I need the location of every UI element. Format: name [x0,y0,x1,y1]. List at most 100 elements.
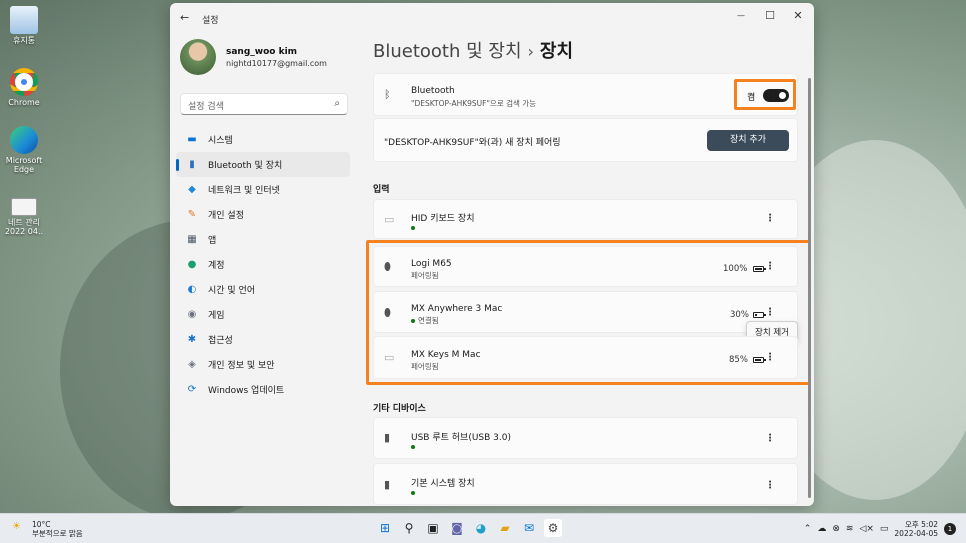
desktop-icon-chrome[interactable]: Chrome [4,68,44,107]
sidebar-item-label: 개인 설정 [208,211,244,221]
teams-chat-icon[interactable]: ◙ [448,519,466,537]
file-explorer-icon[interactable]: ▰ [496,519,514,537]
device-row[interactable]: ▭ HID 키보드 장치 ⋮ [373,199,798,239]
desktop-icon-file[interactable]: 네트 관리 2022 04.. [4,198,44,236]
edge-icon[interactable]: ◕ [472,519,490,537]
sidebar-item-network[interactable]: ◆ 네트워크 및 인터넷 [176,177,350,202]
sidebar-item-gaming[interactable]: ◉ 게임 [176,302,350,327]
search-input[interactable]: 설정 검색 ⌕ [180,93,348,115]
sidebar-item-label: 시스템 [208,136,233,146]
more-options-icon[interactable]: ⋮ [765,480,775,491]
sidebar-item-label: 계정 [208,261,225,271]
page-title: 장치 [539,41,574,62]
user-name: sang_woo kim [226,47,298,57]
personalization-icon: ✎ [187,209,197,220]
notification-badge[interactable]: 1 [944,523,956,535]
desktop-icon-label: Microsoft Edge [5,156,43,174]
desktop-icon-edge[interactable]: Microsoft Edge [4,126,44,174]
close-button[interactable]: ✕ [783,7,813,25]
clock-date: 2022-04-05 [894,529,938,538]
connected-dot [411,226,415,230]
sidebar-item-label: 시간 및 언어 [208,286,256,296]
sidebar-item-system[interactable]: ▬ 시스템 [176,127,350,152]
sidebar-item-label: 게임 [208,311,225,321]
connected-dot [411,445,415,449]
avatar[interactable] [180,39,216,75]
sidebar-item-label: 접근성 [208,336,233,346]
desktop-icon-recycle-bin[interactable]: 휴지통 [4,6,44,45]
sidebar-item-accounts[interactable]: ● 계정 [176,252,350,277]
breadcrumb-parent[interactable]: Bluetooth 및 장치 [373,41,522,62]
sidebar-item-apps[interactable]: ▦ 앱 [176,227,350,252]
sidebar-item-privacy[interactable]: ◈ 개인 정보 및 보안 [176,352,350,377]
task-view-icon[interactable]: ▣ [424,519,442,537]
bluetooth-subtitle: "DESKTOP-AHK9SUF"으로 검색 가능 [411,99,537,108]
device-row[interactable]: ▮ 기본 시스템 장치 ⋮ [373,463,798,505]
search-placeholder: 설정 검색 [188,102,224,112]
sidebar-item-accessibility[interactable]: ✱ 접근성 [176,327,350,352]
weather-temp: 10°C [32,520,51,529]
device-status [411,442,418,451]
bluetooth-icon: ᛒ [384,88,391,101]
chevron-up-icon[interactable]: ⌃ [804,524,812,534]
device-row[interactable]: ▮ USB 루트 허브(USB 3.0) ⋮ [373,417,798,459]
weather-desc: 부분적으로 맑음 [32,529,83,538]
back-arrow-icon[interactable]: ← [180,11,189,24]
windows-update-icon: ⟳ [187,384,197,395]
device-status [411,223,418,232]
desktop-icon-label: Chrome [8,98,40,107]
breadcrumb: Bluetooth 및 장치 › 장치 [373,37,573,63]
device-name: USB 루트 허브(USB 3.0) [411,433,511,443]
settings-gear-icon[interactable]: ⚙ [544,519,562,537]
weather-widget[interactable]: ☀ 10°C 부분적으로 맑음 [12,520,83,538]
status-circle-icon[interactable]: ⊗ [832,524,840,534]
device-name: HID 키보드 장치 [411,214,475,224]
sidebar-item-label: 개인 정보 및 보안 [208,361,275,371]
search-icon[interactable]: ⚲ [400,519,418,537]
accounts-icon: ● [187,259,197,270]
system-icon: ▬ [187,134,197,145]
clock-time: 오후 5:02 [904,520,938,529]
file-icon [11,198,37,216]
mail-icon[interactable]: ✉ [520,519,538,537]
add-device-button[interactable]: 장치 추가 [707,130,789,151]
sidebar-item-bluetooth-devices[interactable]: ▮ Bluetooth 및 장치 [176,152,350,177]
settings-window: ← 설정 — ☐ ✕ sang_woo kim nightd10177@gmai… [170,3,814,506]
connected-dot [411,491,415,495]
windows-start-icon[interactable]: ⊞ [376,519,394,537]
more-options-icon[interactable]: ⋮ [765,433,775,444]
sidebar-item-label: Windows 업데이트 [208,386,285,396]
sidebar-item-label: 네트워크 및 인터넷 [208,186,280,196]
volume-muted-icon[interactable]: ◁× [859,524,873,534]
battery-icon[interactable]: ▭ [880,524,889,534]
desktop-icon-label: 네트 관리 2022 04.. [4,218,44,236]
sidebar-item-label: 앱 [208,236,217,246]
window-title: 설정 [202,16,219,26]
device-status [411,488,418,497]
gaming-icon: ◉ [187,309,197,320]
title-bar: ← 설정 — ☐ ✕ [170,3,814,33]
devices-highlight-box [366,240,811,385]
system-device-icon: ▮ [384,478,391,491]
taskbar-apps: ⊞ ⚲ ▣ ◙ ◕ ▰ ✉ ⚙ [376,519,562,537]
sidebar-item-time-language[interactable]: ◐ 시간 및 언어 [176,277,350,302]
sidebar-item-personalization[interactable]: ✎ 개인 설정 [176,202,350,227]
scrollbar[interactable] [808,78,811,498]
taskbar: ☀ 10°C 부분적으로 맑음 ⊞ ⚲ ▣ ◙ ◕ ▰ ✉ ⚙ ⌃ ☁ ⊗ ≋ … [0,513,966,543]
more-options-icon[interactable]: ⋮ [765,213,775,224]
wifi-icon[interactable]: ≋ [846,524,854,534]
chrome-icon [10,68,38,96]
pair-device-text: "DESKTOP-AHK9SUF"와(과) 새 장치 페어링 [384,138,561,148]
sidebar-item-windows-update[interactable]: ⟳ Windows 업데이트 [176,377,350,402]
partly-sunny-icon: ☀ [12,521,21,532]
network-icon: ◆ [188,184,196,195]
breadcrumb-separator: › [527,42,534,61]
minimize-button[interactable]: — [726,7,756,25]
user-email: nightd10177@gmail.com [226,59,327,68]
maximize-button[interactable]: ☐ [755,7,785,25]
privacy-shield-icon: ◈ [188,359,196,370]
clock[interactable]: 오후 5:02 2022-04-05 [894,520,938,538]
edge-icon [10,126,38,154]
onedrive-cloud-icon[interactable]: ☁ [817,524,826,534]
recycle-bin-icon [10,6,38,34]
